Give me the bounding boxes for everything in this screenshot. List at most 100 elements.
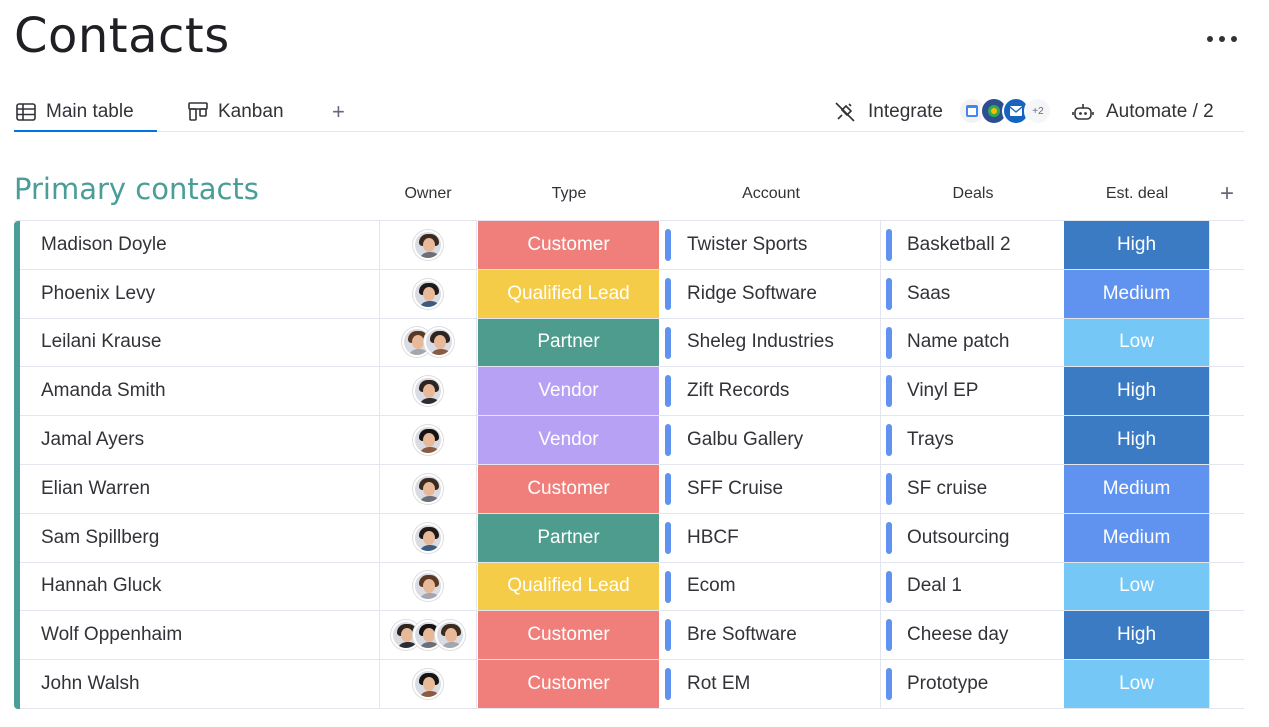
avatar[interactable] <box>413 376 443 407</box>
owner-cell[interactable] <box>380 513 477 562</box>
contact-name-cell[interactable]: Amanda Smith <box>20 367 380 416</box>
deals-cell[interactable]: Prototype <box>882 660 1064 708</box>
account-cell[interactable]: Zift Records <box>661 367 881 416</box>
empty-cell <box>1210 319 1244 367</box>
automate-button[interactable]: Automate / 2 <box>1072 92 1214 131</box>
est-deal-cell[interactable]: Low <box>1064 318 1210 367</box>
deals-cell[interactable]: Cheese day <box>882 611 1064 659</box>
table-row[interactable]: John Walsh Customer Rot EM Prototype Low <box>20 660 1244 709</box>
column-header-est-deal[interactable]: Est. deal <box>1064 185 1210 203</box>
type-status-cell[interactable]: Customer <box>478 465 660 513</box>
deals-cell[interactable]: Vinyl EP <box>882 367 1064 415</box>
avatar[interactable] <box>424 327 454 358</box>
owner-cell[interactable] <box>380 367 477 416</box>
account-cell[interactable]: HBCF <box>661 513 881 562</box>
add-column-button[interactable]: + <box>1212 180 1242 208</box>
contact-name: Elian Warren <box>41 477 151 499</box>
owner-cell[interactable] <box>380 611 477 660</box>
integrate-button[interactable]: Integrate <box>834 92 943 131</box>
table-row[interactable]: Sam Spillberg Partner HBCF Outsourcing M… <box>20 513 1244 563</box>
est-deal-cell[interactable]: Low <box>1064 660 1210 708</box>
tab-main-table[interactable]: Main table <box>14 92 157 132</box>
table-row[interactable]: Amanda Smith Vendor Zift Records Vinyl E… <box>20 367 1244 417</box>
link-indicator <box>886 570 892 603</box>
type-status-cell[interactable]: Customer <box>478 611 660 660</box>
account-cell[interactable]: Ecom <box>661 562 881 611</box>
account-cell[interactable]: Bre Software <box>661 611 881 660</box>
type-status-cell[interactable]: Vendor <box>478 416 660 464</box>
table-row[interactable]: Madison Doyle Customer Twister Sports Ba… <box>20 221 1244 270</box>
group-title[interactable]: Primary contacts <box>14 172 259 206</box>
type-status-cell[interactable]: Qualified Lead <box>478 562 660 611</box>
deals-cell[interactable]: SF cruise <box>882 465 1064 513</box>
owner-cell[interactable] <box>380 660 477 708</box>
deals-cell[interactable]: Name patch <box>882 319 1064 367</box>
est-deal-cell[interactable]: High <box>1064 611 1210 660</box>
column-header-type[interactable]: Type <box>478 185 660 203</box>
type-label: Customer <box>527 233 610 255</box>
account-cell[interactable]: Ridge Software <box>661 269 881 318</box>
view-tabs-bar: Main table Kanban + Integrate +2 Automat… <box>14 92 1244 132</box>
add-view-button[interactable]: + <box>332 92 345 131</box>
contact-name-cell[interactable]: Sam Spillberg <box>20 513 380 562</box>
type-status-cell[interactable]: Vendor <box>478 367 660 416</box>
tab-kanban[interactable]: Kanban <box>188 92 284 131</box>
deals-cell[interactable]: Outsourcing <box>882 514 1064 562</box>
table-row[interactable]: Wolf Oppenhaim Customer Bre Software Che… <box>20 611 1244 661</box>
contact-name-cell[interactable]: John Walsh <box>20 660 380 708</box>
est-deal-cell[interactable]: Medium <box>1064 269 1210 318</box>
contact-name-cell[interactable]: Leilani Krause <box>20 318 380 367</box>
owner-cell[interactable] <box>380 562 477 611</box>
est-deal-cell[interactable]: High <box>1064 416 1210 464</box>
contact-name-cell[interactable]: Jamal Ayers <box>20 416 380 464</box>
account-cell[interactable]: Twister Sports <box>661 221 881 269</box>
table-row[interactable]: Phoenix Levy Qualified Lead Ridge Softwa… <box>20 269 1244 319</box>
avatar[interactable] <box>413 229 443 260</box>
column-header-deals[interactable]: Deals <box>882 185 1064 203</box>
owner-cell[interactable] <box>380 465 477 513</box>
table-row[interactable]: Elian Warren Customer SFF Cruise SF crui… <box>20 465 1244 514</box>
contact-name-cell[interactable]: Hannah Gluck <box>20 562 380 611</box>
integration-icons[interactable]: +2 <box>958 97 1052 127</box>
est-deal-cell[interactable]: Medium <box>1064 513 1210 562</box>
est-deal-cell[interactable]: Medium <box>1064 465 1210 513</box>
deals-cell[interactable]: Saas <box>882 270 1064 318</box>
avatar[interactable] <box>413 669 443 700</box>
avatar[interactable] <box>413 425 443 456</box>
table-row[interactable]: Leilani Krause Partner Sheleg Industries… <box>20 318 1244 368</box>
deals-cell[interactable]: Basketball 2 <box>882 221 1064 269</box>
owner-cell[interactable] <box>380 221 477 269</box>
contact-name-cell[interactable]: Madison Doyle <box>20 221 380 269</box>
type-status-cell[interactable]: Qualified Lead <box>478 269 660 318</box>
est-deal-cell[interactable]: High <box>1064 221 1210 269</box>
contact-name-cell[interactable]: Wolf Oppenhaim <box>20 611 380 660</box>
avatar[interactable] <box>435 620 465 651</box>
contact-name-cell[interactable]: Phoenix Levy <box>20 269 380 318</box>
table-row[interactable]: Jamal Ayers Vendor Galbu Gallery Trays H… <box>20 416 1244 465</box>
owner-cell[interactable] <box>380 318 477 367</box>
more-options-button[interactable] <box>1200 24 1244 54</box>
table-row[interactable]: Hannah Gluck Qualified Lead Ecom Deal 1 … <box>20 562 1244 612</box>
est-deal-cell[interactable]: Low <box>1064 562 1210 611</box>
avatar[interactable] <box>413 571 443 602</box>
owner-cell[interactable] <box>380 416 477 464</box>
type-status-cell[interactable]: Customer <box>478 221 660 269</box>
contact-name-cell[interactable]: Elian Warren <box>20 465 380 513</box>
deals-cell[interactable]: Trays <box>882 416 1064 464</box>
avatar[interactable] <box>413 473 443 504</box>
type-status-cell[interactable]: Partner <box>478 513 660 562</box>
account-cell[interactable]: Rot EM <box>661 660 881 708</box>
column-header-account[interactable]: Account <box>661 185 881 203</box>
account-cell[interactable]: SFF Cruise <box>661 465 881 513</box>
column-header-owner[interactable]: Owner <box>378 185 478 203</box>
est-deal-cell[interactable]: High <box>1064 367 1210 416</box>
avatar[interactable] <box>413 278 443 309</box>
account-name: Twister Sports <box>687 233 808 255</box>
avatar[interactable] <box>413 522 443 553</box>
type-status-cell[interactable]: Customer <box>478 660 660 708</box>
deals-cell[interactable]: Deal 1 <box>882 563 1064 611</box>
account-cell[interactable]: Sheleg Industries <box>661 318 881 367</box>
type-status-cell[interactable]: Partner <box>478 318 660 367</box>
account-cell[interactable]: Galbu Gallery <box>661 416 881 464</box>
owner-cell[interactable] <box>380 269 477 318</box>
